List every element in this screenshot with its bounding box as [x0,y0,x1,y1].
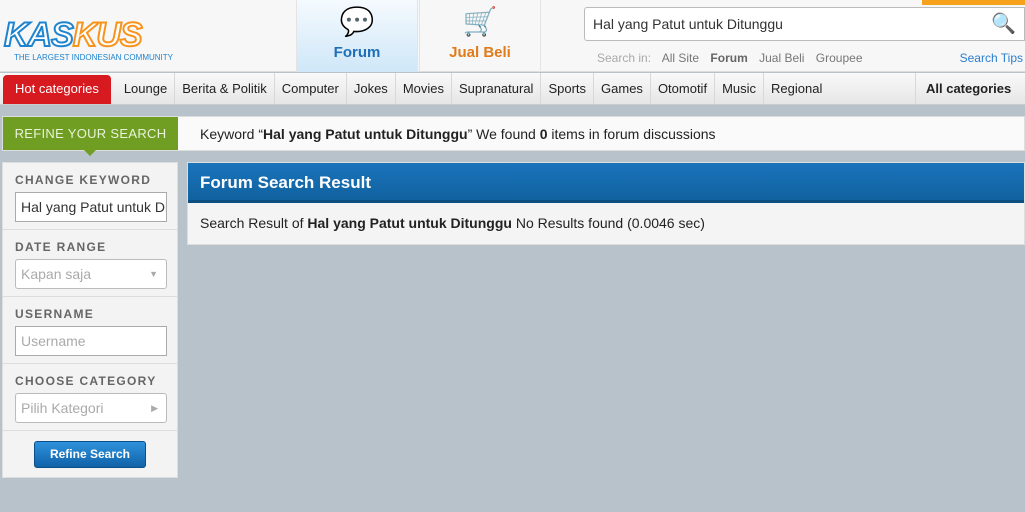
date-range-value: Kapan saja [21,266,92,282]
category-berita-politik[interactable]: Berita & Politik [175,73,275,104]
scope-forum[interactable]: Forum [710,51,747,65]
category-music[interactable]: Music [715,73,765,104]
category-label: CHOOSE CATEGORY [15,374,157,388]
search-scope: Search in: All Site Forum Jual Beli Grou… [597,51,871,65]
search-in-label: Search in: [597,51,652,65]
category-value: Pilih Kategori [21,400,104,416]
category-select[interactable]: Pilih Kategori ▶ [15,393,167,423]
result-count: 0 [539,126,548,142]
category-supranatural[interactable]: Supranatural [452,73,542,104]
search-box: 🔍 [584,7,1025,41]
decoration [922,0,1025,5]
tab-jual-beli[interactable]: 🛒 Jual Beli [419,0,541,72]
text: Keyword “ [200,126,264,142]
tab-forum[interactable]: 💬 Forum [296,0,418,72]
logo-tagline: THE LARGEST INDONESIAN COMMUNITY [14,53,173,62]
all-categories-dropdown[interactable]: All categories ▼ [915,73,1025,127]
result-text: Search Result of Hal yang Patut untuk Di… [188,203,1024,243]
header: KASKUS THE LARGEST INDONESIAN COMMUNITY … [0,0,1025,72]
date-range-select[interactable]: Kapan saja ▼ [15,259,167,289]
category-movies[interactable]: Movies [396,73,452,104]
category-games[interactable]: Games [594,73,651,104]
scope-groupee[interactable]: Groupee [816,51,863,65]
search-tips-link[interactable]: Search Tips [960,51,1023,65]
keyword: Hal yang Patut untuk Ditunggu [263,126,468,142]
text: No Results found (0.0046 sec) [511,215,705,231]
chevron-right-icon: ▶ [151,403,158,413]
refine-bar: REFINE YOUR SEARCH Keyword “Hal yang Pat… [2,116,1025,156]
username-label: USERNAME [15,307,95,321]
chevron-down-icon: ▼ [149,269,158,279]
refine-sidebar: CHANGE KEYWORD Hal yang Patut untuk Ditu… [2,162,178,478]
tab-label: Forum [333,44,381,61]
category-sports[interactable]: Sports [541,73,595,104]
category-lounge[interactable]: Lounge [117,73,176,104]
result-title: Forum Search Result [188,163,1024,203]
refine-your-search-button[interactable]: REFINE YOUR SEARCH [3,117,178,156]
username-input[interactable]: Username [15,326,167,356]
text: Search Result of [200,215,308,231]
category-jokes[interactable]: Jokes [347,73,396,104]
tab-label: Jual Beli [449,44,511,61]
keyword-input[interactable]: Hal yang Patut untuk Ditunggu [15,192,167,222]
forum-search-result: Forum Search Result Search Result of Hal… [187,162,1025,245]
category-computer[interactable]: Computer [275,73,347,104]
cart-icon: 🛒 [462,6,498,37]
keyword-summary: Keyword “Hal yang Patut untuk Ditunggu” … [200,126,716,142]
refine-search-button[interactable]: Refine Search [34,441,146,468]
logo-text: KAS [3,15,75,55]
all-categories-label: All categories [926,81,1012,96]
keyword: Hal yang Patut untuk Ditunggu [307,215,512,231]
scope-all-site[interactable]: All Site [662,51,699,65]
logo-text: KUS [72,15,144,55]
forum-icon: 💬 [339,6,375,37]
text: items in forum discussions [547,126,716,142]
date-range-label: DATE RANGE [15,240,107,254]
hot-categories-button[interactable]: Hot categories [3,75,111,104]
search-input[interactable] [593,16,973,32]
category-regional[interactable]: Regional [764,73,829,104]
category-otomotif[interactable]: Otomotif [651,73,716,104]
category-bar: Hot categories Lounge Berita & Politik C… [0,73,1025,127]
kaskus-logo[interactable]: KASKUS THE LARGEST INDONESIAN COMMUNITY [3,15,173,62]
change-keyword-label: CHANGE KEYWORD [15,173,152,187]
text: ” We found [467,126,540,142]
search-icon[interactable]: 🔍 [991,11,1016,36]
scope-jual-beli[interactable]: Jual Beli [759,51,804,65]
